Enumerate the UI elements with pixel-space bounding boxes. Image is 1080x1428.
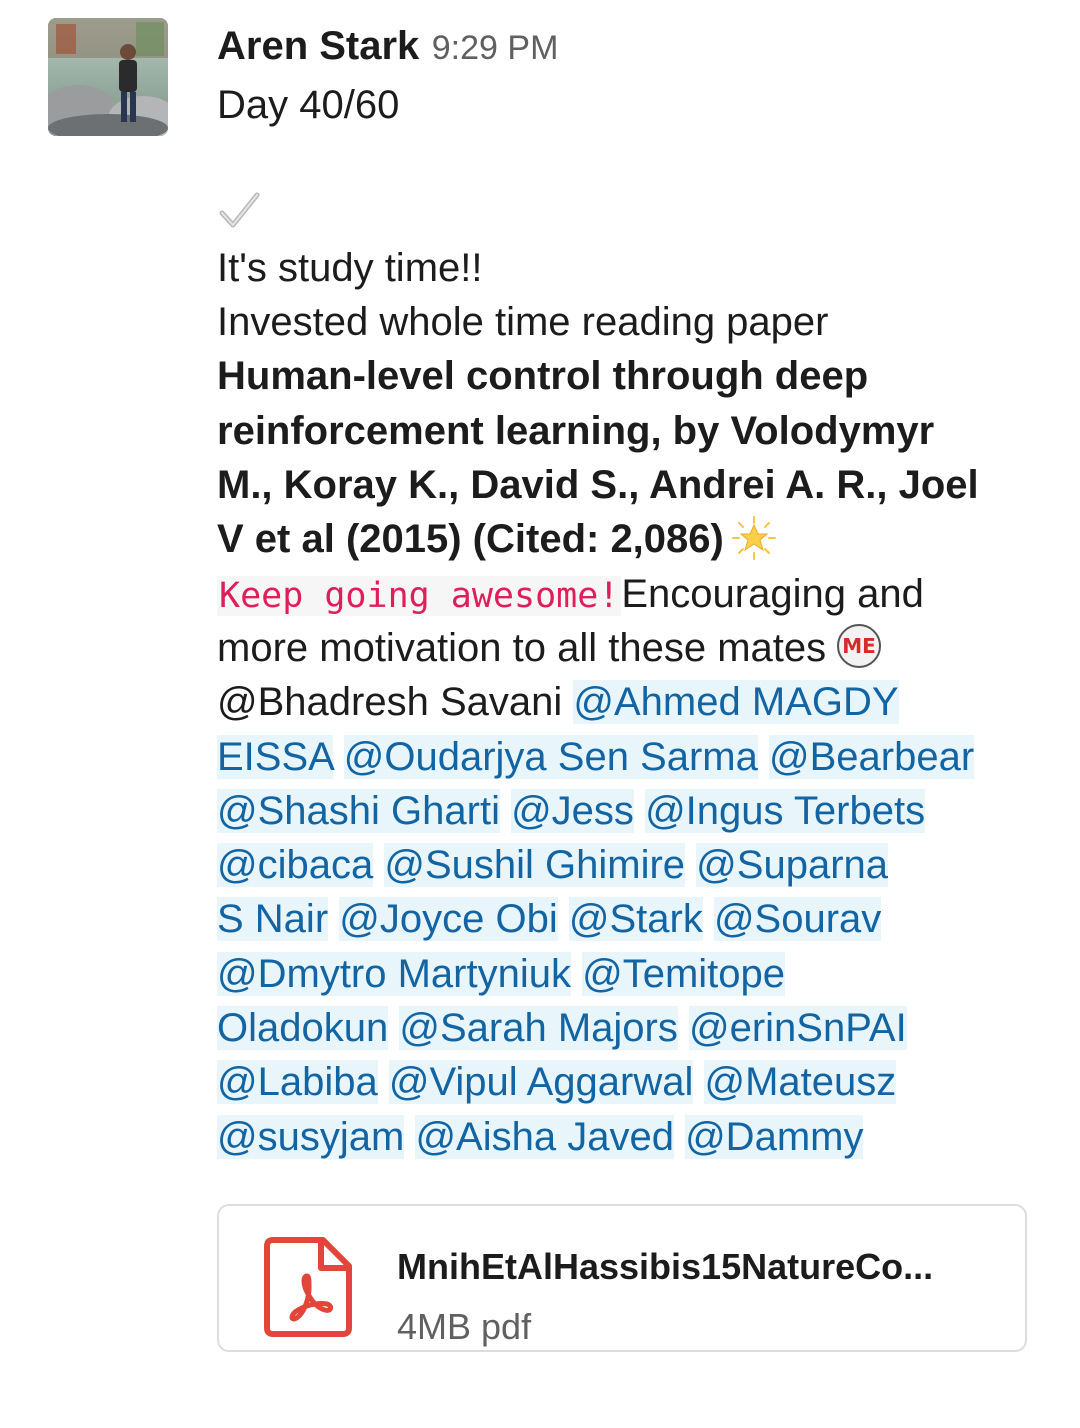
mention-dmytro[interactable]: @Dmytro Martyniuk: [217, 951, 571, 996]
mention-suparna[interactable]: @Suparna: [696, 843, 889, 888]
paper-title-line-3: M., Koray K., David S., Andrei A. R., Jo…: [217, 463, 979, 508]
mentions-line-5: S Nair @Joyce Obi @Stark @Sourav: [217, 892, 1047, 946]
file-name[interactable]: MnihEtAlHassibis15NatureCo...: [397, 1246, 933, 1288]
mention-sarah[interactable]: @Sarah Majors: [399, 1006, 678, 1051]
mentions-line-3: @Shashi Gharti @Jess @Ingus Terbets: [217, 784, 1047, 838]
check-line: [217, 187, 1047, 241]
file-meta: 4MB pdf: [397, 1306, 532, 1347]
mention-sourav[interactable]: @Sourav: [713, 897, 882, 942]
mention-aisha[interactable]: @Aisha Javed: [415, 1114, 674, 1159]
mention-oudarjya[interactable]: @Oudarjya Sen Sarma: [343, 734, 758, 779]
mention-sushil[interactable]: @Sushil Ghimire: [384, 843, 686, 888]
mention-temitope[interactable]: @Temitope: [582, 951, 786, 996]
sender-name[interactable]: Aren Stark: [217, 24, 419, 68]
mention-labiba[interactable]: @Labiba: [217, 1060, 378, 1105]
mention-ahmed[interactable]: @Ahmed MAGDY: [573, 680, 899, 725]
mention-ingus[interactable]: @Ingus Terbets: [645, 788, 926, 833]
mention-mateusz[interactable]: @Mateusz: [704, 1060, 897, 1105]
mention-vipul[interactable]: @Vipul Aggarwal: [388, 1060, 694, 1105]
mentions-line-7: Oladokun @Sarah Majors @erinSnPAI: [217, 1001, 1047, 1055]
motivation-text: more motivation to all these mates: [217, 625, 827, 670]
mention-shashi[interactable]: @Shashi Gharti: [217, 788, 500, 833]
mention-suparna-cont[interactable]: S Nair: [217, 897, 329, 942]
file-attachment-card[interactable]: MnihEtAlHassibis15NatureCo... 4MB pdf: [217, 1204, 1027, 1352]
mentions-line-4: @cibaca @Sushil Ghimire @Suparna: [217, 838, 1047, 892]
mention-temitope-cont[interactable]: Oladokun: [217, 1006, 389, 1051]
paper-title-line-1: Human-level control through deep: [217, 354, 869, 399]
encourage-text: Encouraging and: [621, 571, 924, 616]
mention-dammy[interactable]: @Dammy: [685, 1114, 864, 1159]
mention-susyjam[interactable]: @susyjam: [217, 1114, 405, 1159]
day-counter: Day 40/60: [217, 83, 400, 127]
mentions-line-2: EISSA @Oudarjya Sen Sarma @Bearbear: [217, 730, 1047, 784]
mentions-line-6: @Dmytro Martyniuk @Temitope: [217, 947, 1047, 1001]
mention-joyce[interactable]: @Joyce Obi: [339, 897, 558, 942]
study-line: It's study time!!: [217, 245, 483, 290]
mention-cibaca[interactable]: @cibaca: [217, 843, 374, 888]
mentions-line-9: @susyjam @Aisha Javed @Dammy: [217, 1110, 1047, 1164]
mentions-line-1: @Bhadresh Savani @Ahmed MAGDY: [217, 675, 1047, 729]
heavy-check-mark-icon: [219, 192, 260, 228]
pdf-file-icon: [264, 1237, 352, 1337]
mention-ahmed-cont[interactable]: EISSA: [217, 734, 333, 779]
paper-title-line-4: V et al (2015) (Cited: 2,086): [217, 512, 1047, 566]
paper-title-line-2: reinforcement learning, by Volodymyr: [217, 408, 935, 453]
paper-citation: V et al (2015) (Cited: 2,086): [217, 517, 724, 562]
mention-bearbear[interactable]: @Bearbear: [769, 734, 975, 779]
encourage-line: Keep going awesome!Encouraging and: [217, 567, 1047, 621]
mention-erin[interactable]: @erinSnPAI: [688, 1006, 907, 1051]
glowing-star-icon: [731, 516, 776, 561]
invested-line: Invested whole time reading paper: [217, 300, 829, 345]
message-body: Day 40/60 It's study time!! Invested who…: [217, 78, 1047, 1164]
mentions-line-8: @Labiba @Vipul Aggarwal @Mateusz: [217, 1055, 1047, 1109]
mention-jess[interactable]: @Jess: [511, 788, 634, 833]
message-header: Aren Stark 9:29 PM: [217, 14, 1047, 78]
message-content: Aren Stark 9:29 PM Day 40/60 It's study …: [217, 14, 1047, 1164]
message-timestamp[interactable]: 9:29 PM: [432, 29, 559, 67]
inline-code: Keep going awesome!: [217, 575, 622, 616]
mention-stark[interactable]: @Stark: [568, 897, 703, 942]
avatar-photo-icon: [48, 18, 168, 136]
user-avatar[interactable]: [48, 18, 168, 136]
motivation-line: more motivation to all these mates ME: [217, 621, 1047, 675]
me-badge-icon: ME: [837, 623, 882, 668]
mention-bhadresh[interactable]: @Bhadresh Savani: [217, 680, 562, 724]
svg-text:ME: ME: [842, 634, 876, 658]
